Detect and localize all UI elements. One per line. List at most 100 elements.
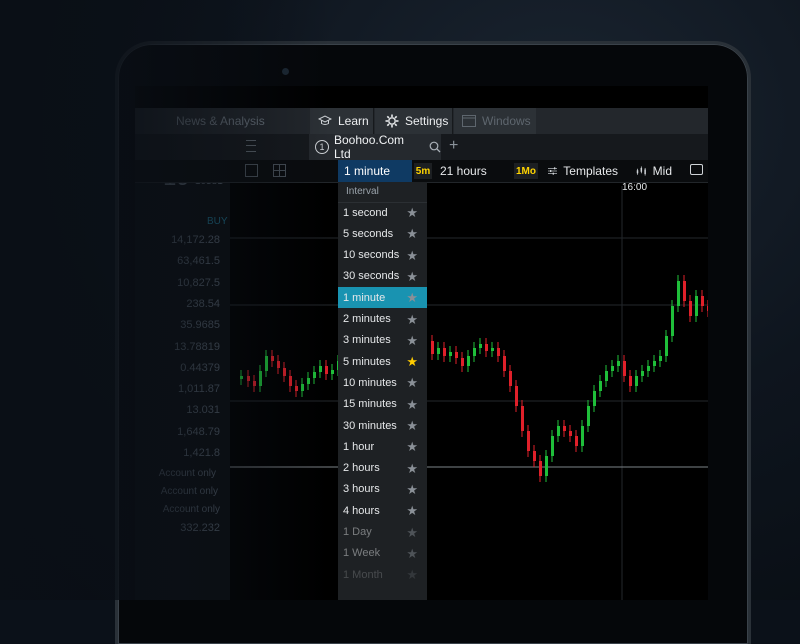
candle-body [653, 361, 656, 366]
favorite-star-icon[interactable]: ★ [406, 567, 418, 583]
candle-body [659, 356, 662, 361]
interval-option[interactable]: 1 hour ★ [338, 436, 427, 457]
candle-body [253, 381, 256, 386]
favorite-star-icon[interactable]: ★ [406, 525, 418, 541]
favorite-star-icon[interactable]: ★ [406, 375, 418, 391]
candle-body [479, 344, 482, 348]
price-type-label: Mid [653, 164, 672, 178]
add-tab-button[interactable]: + [449, 137, 458, 155]
candle-body [265, 356, 268, 371]
candle-body [581, 426, 584, 446]
interval-option-label: 15 minutes [343, 398, 397, 410]
learn-button[interactable]: Learn [310, 108, 374, 134]
candle-body [545, 456, 548, 476]
top-menu-bar: News & Analysis Learn Settings Windows [135, 108, 708, 134]
interval-option-label: 1 Day [343, 526, 372, 538]
settings-button[interactable]: Settings [375, 108, 453, 134]
interval-option[interactable]: 5 seconds★ [338, 223, 427, 244]
interval-option-label: 2 minutes [343, 313, 391, 325]
favorite-star-icon[interactable]: ★ [406, 333, 418, 349]
candle-body [599, 381, 602, 391]
interval-option[interactable]: 10 minutes★ [338, 372, 427, 393]
favorite-star-icon[interactable]: ★ [406, 248, 418, 264]
chip-5m[interactable]: 5m [414, 163, 432, 179]
candle-body [605, 371, 608, 381]
candle-body [575, 436, 578, 446]
candles-icon [636, 165, 647, 177]
range-value: 21 hours [440, 164, 487, 178]
favorite-star-icon[interactable]: ★ [406, 269, 418, 285]
candle-body [611, 366, 614, 371]
favorite-star-icon[interactable]: ★ [406, 503, 418, 519]
candle-body [259, 371, 262, 386]
candle-body [629, 376, 632, 386]
interval-option[interactable]: 5 minutes★ [338, 351, 427, 372]
interval-option[interactable]: 1 second ★ [338, 202, 427, 223]
range-select[interactable]: 21 hours [432, 160, 512, 182]
panel-menu-icon[interactable] [246, 140, 256, 152]
watchlist-value: 1,011.87 [178, 383, 220, 395]
candle-body [491, 348, 494, 351]
interval-dropdown: Interval 1 second★5 seconds★10 seconds★3… [338, 182, 427, 600]
candle-body [557, 426, 560, 436]
favorite-star-icon[interactable]: ★ [406, 546, 418, 562]
windows-button[interactable]: Windows [454, 108, 536, 134]
interval-option-label: 1 hour [343, 441, 374, 453]
interval-option[interactable]: 30 seconds★ [338, 266, 427, 287]
chip-1mo[interactable]: 1Mo [514, 163, 538, 179]
interval-option[interactable]: 2 minutes ★ [338, 309, 427, 330]
panel-tag[interactable]: BUY [207, 216, 228, 227]
interval-option[interactable]: 1 minute★ [338, 287, 427, 308]
interval-option[interactable]: 2 hours★ [338, 458, 427, 479]
templates-label: Templates [563, 164, 618, 178]
candle-body [671, 306, 674, 336]
interval-option[interactable]: 10 seconds★ [338, 245, 427, 266]
candle-body [319, 366, 322, 372]
watchlist-note: Account only [163, 504, 220, 515]
candle-body [295, 386, 298, 391]
layout-icon[interactable] [245, 164, 258, 177]
favorite-star-icon[interactable]: ★ [406, 461, 418, 477]
interval-option[interactable]: 1 Month★ [338, 564, 427, 585]
templates-button[interactable]: Templates [540, 160, 626, 182]
favorite-star-icon[interactable]: ★ [406, 439, 418, 455]
candle-body [587, 406, 590, 426]
candle-body [695, 296, 698, 316]
chat-icon[interactable] [690, 164, 703, 175]
interval-select[interactable]: 1 minute [338, 160, 412, 182]
sliders-icon [548, 165, 557, 177]
interval-option-label: 30 minutes [343, 420, 397, 432]
interval-option[interactable]: 15 minutes ★ [338, 394, 427, 415]
interval-option[interactable]: 4 hours★ [338, 500, 427, 521]
favorite-star-icon[interactable]: ★ [406, 312, 418, 328]
tab-badge: 1 [315, 140, 329, 154]
grid-icon[interactable] [273, 164, 286, 177]
interval-option[interactable]: 1 Week★ [338, 543, 427, 564]
favorite-star-icon[interactable]: ★ [406, 205, 418, 221]
favorite-star-icon[interactable]: ★ [406, 482, 418, 498]
candle-body [677, 281, 680, 306]
interval-option[interactable]: 3 hours★ [338, 479, 427, 500]
instrument-tab[interactable]: 1 Boohoo.Com Ltd [309, 134, 441, 160]
interval-option[interactable]: 30 minutes ★ [338, 415, 427, 436]
interval-option[interactable]: 1 Day ★ [338, 522, 427, 543]
candle-body [443, 348, 446, 356]
favorite-star-icon[interactable]: ★ [406, 418, 418, 434]
news-analysis-tab[interactable]: News & Analysis [176, 114, 265, 128]
interval-option-label: 1 second [343, 207, 388, 219]
candle-body [641, 371, 644, 376]
favorite-star-icon[interactable]: ★ [406, 226, 418, 242]
candle-body [325, 366, 328, 374]
candle-body [240, 376, 243, 379]
favorite-star-icon[interactable]: ★ [406, 397, 418, 413]
favorite-star-icon[interactable]: ★ [406, 290, 418, 306]
interval-option[interactable]: 3 minutes★ [338, 330, 427, 351]
watchlist-note: Account only [161, 486, 218, 497]
search-icon[interactable] [429, 141, 441, 153]
candle-body [301, 384, 304, 391]
price-type-button[interactable]: Mid [628, 160, 680, 182]
candle-body [509, 371, 512, 386]
watchlist-value: 13.78819 [174, 341, 220, 353]
favorite-star-icon[interactable]: ★ [406, 354, 418, 370]
watchlist-value: 35.9685 [180, 319, 220, 331]
